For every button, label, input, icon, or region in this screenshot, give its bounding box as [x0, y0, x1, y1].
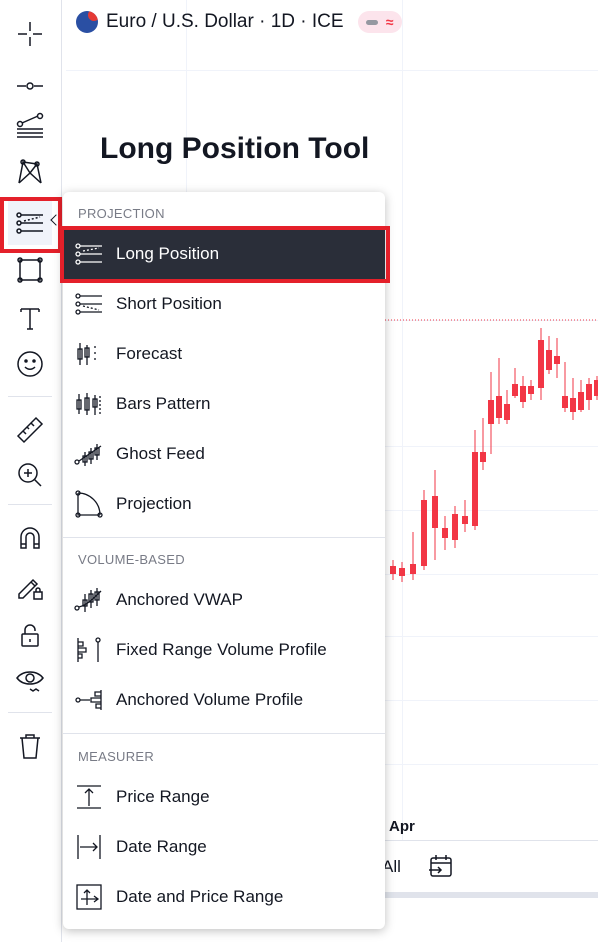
fib-retracement-icon[interactable]: [8, 104, 52, 148]
menu-item-ghost-feed[interactable]: Ghost Feed: [63, 429, 385, 479]
menu-separator: [63, 537, 385, 538]
candle: [432, 470, 438, 560]
menu-item-label: Ghost Feed: [116, 444, 205, 463]
trend-line-icon[interactable]: [8, 58, 52, 102]
magnet-icon[interactable]: [8, 516, 52, 560]
trash-icon[interactable]: [8, 724, 52, 768]
candle: [462, 500, 468, 532]
candle: [538, 328, 544, 400]
emoji-icon[interactable]: [8, 342, 52, 386]
menu-item-label: Bars Pattern: [116, 394, 211, 413]
toolbar-separator: [8, 504, 52, 505]
candle: [421, 490, 427, 570]
price-range-icon: [73, 781, 105, 813]
menu-item-date-range[interactable]: Date Range: [63, 822, 385, 872]
candle: [546, 336, 552, 374]
menu-item-label: Date Range: [116, 837, 207, 856]
long-position-icon: [73, 238, 105, 270]
forecast-icon: [73, 338, 105, 370]
rectangle-icon[interactable]: [8, 248, 52, 292]
currency-flag-icon: [76, 11, 98, 33]
candle: [480, 418, 486, 470]
hide-icon[interactable]: [8, 658, 52, 702]
menu-item-label: Forecast: [116, 344, 183, 363]
menu-separator: [63, 733, 385, 734]
candle: [472, 430, 478, 530]
menu-item-label: Fixed Range Volume Profile: [116, 640, 327, 659]
menu-item-date-and-price-range[interactable]: Date and Price Range: [63, 872, 385, 922]
menu-item-label: Price Range: [116, 787, 210, 806]
menu-item-anchored-vwap[interactable]: Anchored VWAP: [63, 575, 385, 625]
toolbar-separator: [8, 712, 52, 713]
menu-item-label: Short Position: [116, 294, 222, 313]
candle: [512, 368, 518, 398]
ghost-feed-icon: [73, 438, 105, 470]
time-axis-label: Apr: [389, 818, 415, 835]
crosshair-icon[interactable]: [8, 12, 52, 56]
short-position-icon: [73, 288, 105, 320]
anchored-vwap-icon: [73, 584, 105, 616]
menu-item-bars-pattern[interactable]: Bars Pattern: [63, 379, 385, 429]
candle: [594, 376, 598, 400]
candle: [410, 532, 416, 580]
anchored-volume-profile-icon: [73, 684, 105, 716]
menu-item-anchored-volume-profile[interactable]: Anchored Volume Profile: [63, 675, 385, 725]
market-closed-icon: [365, 19, 378, 25]
candle: [520, 376, 526, 408]
candle: [570, 378, 576, 420]
menu-item-label: Anchored Volume Profile: [116, 690, 304, 709]
data-status-icon: ≈: [385, 14, 394, 30]
zoom-in-icon[interactable]: [8, 453, 52, 497]
section-label-volume-based: VOLUME-BASED: [78, 552, 185, 567]
section-label-measurer: MEASURER: [78, 749, 155, 764]
menu-item-label: Anchored VWAP: [116, 590, 243, 609]
candle: [390, 560, 396, 580]
toolbar-separator: [8, 396, 52, 397]
menu-item-label: Date and Price Range: [116, 887, 284, 906]
menu-item-fixed-range-volume-profile[interactable]: Fixed Range Volume Profile: [63, 625, 385, 675]
fixed-range-volume-profile-icon: [73, 634, 105, 666]
candle: [528, 380, 534, 400]
candle: [562, 362, 568, 412]
projection-tools-icon[interactable]: [8, 201, 52, 245]
ruler-icon[interactable]: [8, 408, 52, 452]
candle: [488, 372, 494, 454]
menu-item-short-position[interactable]: Short Position: [63, 279, 385, 329]
candle: [442, 516, 448, 550]
candle: [578, 380, 584, 412]
text-icon[interactable]: [8, 296, 52, 340]
annotation-title: Long Position Tool: [100, 132, 370, 165]
projection-tools-dropdown: PROJECTION Long Position Short Position …: [63, 192, 385, 929]
section-label-projection: PROJECTION: [78, 206, 165, 221]
symbol-title: Euro / U.S. Dollar · 1D · ICE: [106, 11, 344, 32]
bars-pattern-icon: [73, 388, 105, 420]
candle: [504, 390, 510, 424]
xabcd-pattern-icon[interactable]: [8, 150, 52, 194]
candle: [399, 562, 405, 582]
date-and-price-range-icon: [73, 881, 105, 913]
date-range-icon: [73, 831, 105, 863]
drawing-toolbar: [0, 0, 62, 942]
lock-all-icon[interactable]: [8, 613, 52, 657]
market-status-badge[interactable]: ≈: [357, 11, 402, 33]
menu-item-price-range[interactable]: Price Range: [63, 772, 385, 822]
menu-item-projection[interactable]: Projection: [63, 479, 385, 529]
menu-item-label: Long Position: [116, 244, 220, 263]
go-to-date-icon[interactable]: [426, 852, 456, 882]
candle: [496, 358, 502, 424]
candle: [452, 506, 458, 548]
menu-item-long-position[interactable]: Long Position: [63, 229, 385, 279]
candle: [554, 338, 560, 378]
menu-item-label: Projection: [116, 494, 192, 513]
menu-item-forecast[interactable]: Forecast: [63, 329, 385, 379]
lock-drawing-icon[interactable]: [8, 565, 52, 609]
projection-icon: [73, 488, 105, 520]
candle: [586, 378, 592, 410]
symbol-header[interactable]: Euro / U.S. Dollar · 1D · ICE ≈: [76, 8, 402, 36]
